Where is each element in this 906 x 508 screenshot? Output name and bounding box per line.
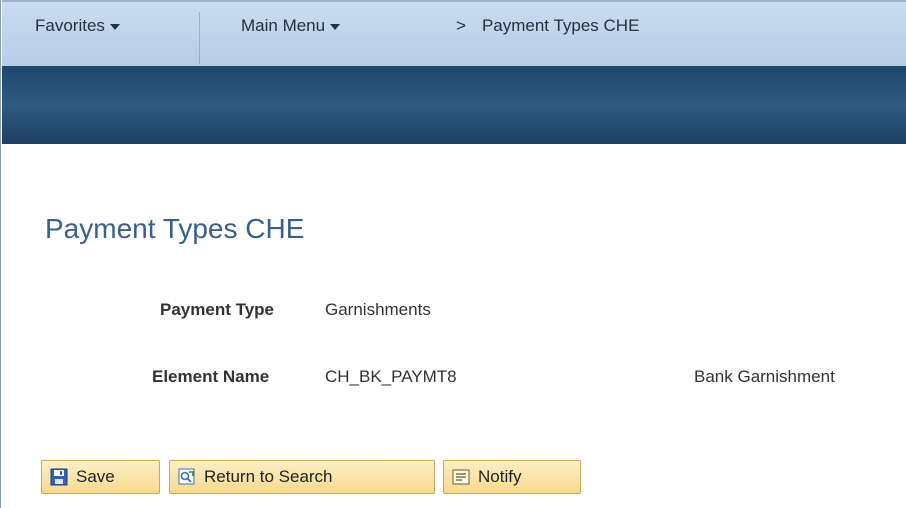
top-navigation-bar: Favorites Main Menu > Payment Types CHE	[2, 0, 906, 66]
return-to-search-button[interactable]: Return to Search	[169, 460, 435, 494]
notify-button[interactable]: Notify	[443, 460, 581, 494]
favorites-label: Favorites	[35, 16, 105, 35]
chevron-down-icon	[109, 24, 120, 30]
notify-label: Notify	[478, 467, 522, 486]
element-name-label: Element Name	[152, 367, 270, 386]
chevron-down-icon	[330, 24, 341, 30]
favorites-menu[interactable]: Favorites	[35, 16, 120, 36]
main-menu[interactable]: Main Menu	[241, 16, 341, 36]
payment-type-value: Garnishments	[325, 300, 431, 319]
nav-divider	[199, 12, 200, 64]
save-button[interactable]: Save	[41, 460, 160, 494]
search-return-icon	[178, 468, 196, 486]
page-frame: Favorites Main Menu > Payment Types CHE …	[0, 0, 906, 508]
breadcrumb-separator-icon: >	[456, 16, 466, 35]
notify-note-icon	[452, 468, 470, 486]
return-to-search-label: Return to Search	[204, 467, 333, 486]
element-name-value: CH_BK_PAYMT8	[325, 367, 457, 386]
save-label: Save	[76, 467, 115, 486]
floppy-disk-icon	[50, 468, 68, 486]
page-title: Payment Types CHE	[45, 213, 305, 244]
breadcrumb: > Payment Types CHE	[456, 16, 639, 36]
main-menu-label: Main Menu	[241, 16, 326, 35]
element-description: Bank Garnishment	[694, 367, 835, 386]
header-banner	[2, 66, 906, 144]
breadcrumb-current[interactable]: Payment Types CHE	[482, 16, 639, 36]
payment-type-label: Payment Type	[160, 300, 275, 319]
